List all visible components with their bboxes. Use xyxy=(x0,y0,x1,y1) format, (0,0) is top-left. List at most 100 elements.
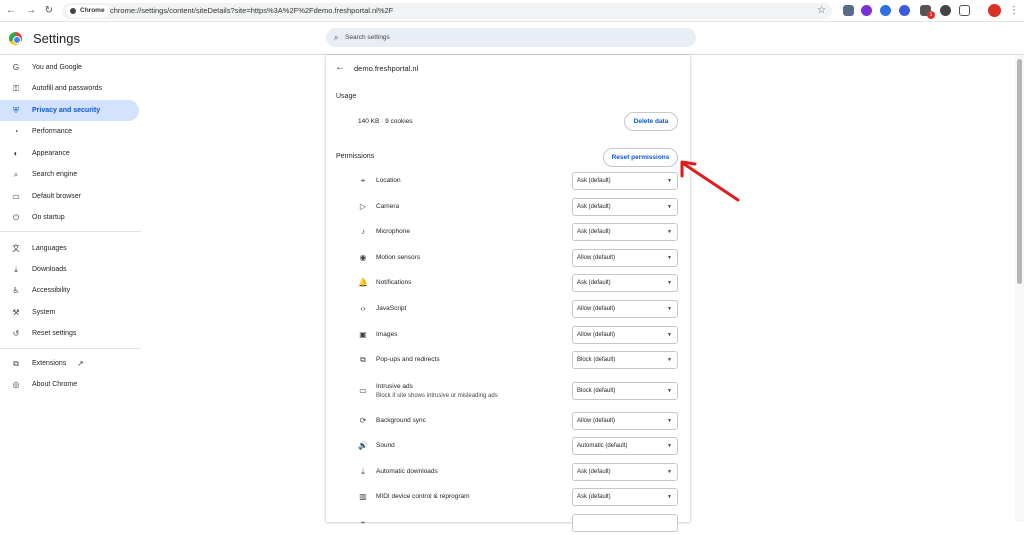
dropdown-caret-icon: ▼ xyxy=(667,388,672,394)
permission-select[interactable]: Ask (default) ▼ xyxy=(572,223,678,241)
forward-arrow-icon[interactable]: → xyxy=(24,4,38,18)
sidebar-item-performance[interactable]: ◔ Performance xyxy=(0,121,139,142)
sidebar-item-languages[interactable]: 文 Languages xyxy=(0,238,139,259)
permission-label: Images xyxy=(376,331,398,338)
permission-select[interactable]: Allow (default) ▼ xyxy=(572,412,678,430)
select-value: Allow (default) xyxy=(577,418,616,424)
speaker-icon: 🔊 xyxy=(358,441,368,450)
permission-label: Background sync xyxy=(376,417,426,424)
popup-icon: ⧉ xyxy=(360,355,366,364)
location-icon: ⌖ xyxy=(360,176,366,185)
extension-icon[interactable] xyxy=(843,5,854,16)
permission-row: ▥ MIDI device control & reprogram Ask (def… xyxy=(326,485,690,509)
address-bar[interactable]: Chrome chrome://settings/content/siteDet… xyxy=(62,3,832,19)
translate-icon: 文 xyxy=(12,244,20,253)
page-scrollbar[interactable] xyxy=(1015,55,1024,522)
permission-select[interactable]: Ask (default) ▼ xyxy=(572,463,678,481)
search-input[interactable]: ⌕ Search settings xyxy=(326,28,696,47)
sidebar-item-downloads[interactable]: ⤓ Downloads xyxy=(0,259,139,280)
sidebar-item-system[interactable]: ⚒ System xyxy=(0,302,139,323)
motion-sensor-icon: ◉ xyxy=(359,253,367,262)
site-name: demo.freshportal.nl xyxy=(354,64,419,73)
phone-extension-icon[interactable] xyxy=(880,5,891,16)
delete-data-button[interactable]: Delete data xyxy=(624,112,678,131)
sidebar-item-label: Performance xyxy=(32,128,73,135)
permission-select[interactable]: Automatic (default) ▼ xyxy=(572,437,678,455)
ad-icon: ▭ xyxy=(359,386,367,395)
dropdown-caret-icon: ▼ xyxy=(667,494,672,500)
permission-select[interactable]: Block (default) ▼ xyxy=(572,351,678,369)
permission-select[interactable]: Allow (default) ▼ xyxy=(572,326,678,344)
profile-avatar[interactable] xyxy=(988,4,1001,17)
select-value: Automatic (default) xyxy=(577,443,628,449)
sidebar-item-appearance[interactable]: ◐ Appearance xyxy=(0,143,139,164)
sidebar-divider xyxy=(0,231,141,232)
select-value: Ask (default) xyxy=(577,178,611,184)
dropdown-caret-icon: ▼ xyxy=(667,418,672,424)
extension-icon[interactable] xyxy=(899,5,910,16)
key-icon: ⚿ xyxy=(12,84,20,93)
permission-label: Microphone xyxy=(376,228,410,235)
permission-select[interactable]: Allow (default) ▼ xyxy=(572,300,678,318)
sidebar-item-search-engine[interactable]: ⌕ Search engine xyxy=(0,164,139,185)
sync-icon: ⟳ xyxy=(359,416,367,425)
sidebar-item-privacy[interactable]: ⛨ Privacy and security xyxy=(0,100,139,121)
extensions-puzzle-icon[interactable] xyxy=(959,5,970,16)
sidebar-item-extensions[interactable]: ⧉ Extensions ↗ xyxy=(0,353,139,374)
back-arrow-icon[interactable]: ← xyxy=(4,4,18,18)
permission-select[interactable] xyxy=(572,514,678,532)
permission-select[interactable]: Ask (default) ▼ xyxy=(572,274,678,292)
permission-label: Notifications xyxy=(376,279,412,286)
wrench-icon: ⚒ xyxy=(12,308,20,317)
permission-select[interactable]: Ask (default) ▼ xyxy=(572,172,678,190)
palette-icon: ◐ xyxy=(13,149,19,158)
select-value: Allow (default) xyxy=(577,332,616,338)
select-value: Allow (default) xyxy=(577,306,616,312)
sidebar-item-autofill[interactable]: ⚿ Autofill and passwords xyxy=(0,78,139,99)
sidebar-item-about-chrome[interactable]: ◎ About Chrome xyxy=(0,374,139,395)
permission-select[interactable]: Block (default) ▼ xyxy=(572,382,678,400)
sidebar-item-reset-settings[interactable]: ↺ Reset settings xyxy=(0,323,139,344)
permission-label: Camera xyxy=(376,203,400,210)
sidebar-item-accessibility[interactable]: ♿ Accessibility xyxy=(0,280,139,301)
permission-select[interactable]: Ask (default) ▼ xyxy=(572,488,678,506)
back-arrow-icon[interactable]: ← xyxy=(335,62,345,74)
sidebar-item-label: Languages xyxy=(32,245,67,252)
gauge-icon: ◔ xyxy=(13,127,19,136)
sidebar-item-default-browser[interactable]: ▭ Default browser xyxy=(0,186,139,207)
permission-label: Sound xyxy=(376,442,395,449)
extension-badge: 1 xyxy=(927,11,935,19)
extension-icon[interactable] xyxy=(861,5,872,16)
extension-icon[interactable] xyxy=(940,5,951,16)
page-title: Settings xyxy=(33,31,80,46)
sidebar-item-label: Privacy and security xyxy=(32,107,101,114)
sidebar-item-on-startup[interactable]: ⏻ On startup xyxy=(0,207,139,228)
chrome-chip: Chrome xyxy=(66,5,110,17)
settings-header: Settings ⌕ Search settings xyxy=(0,22,1024,55)
permission-select[interactable]: Allow (default) ▼ xyxy=(572,249,678,267)
usage-heading: Usage xyxy=(336,93,357,100)
reset-permissions-button[interactable]: Reset permissions xyxy=(603,148,678,167)
search-icon: ⌕ xyxy=(13,170,19,179)
sidebar-item-you-and-google[interactable]: G You and Google xyxy=(0,57,139,78)
address-url[interactable]: chrome://settings/content/siteDetails?si… xyxy=(110,3,393,19)
permission-row: ⟳ Background sync Allow (default) ▼ xyxy=(326,409,690,433)
permission-row: 🔊 Sound Automatic (default) ▼ xyxy=(326,434,690,458)
permission-select[interactable]: Ask (default) ▼ xyxy=(572,198,678,216)
select-value: Allow (default) xyxy=(577,255,616,261)
external-link-icon: ↗ xyxy=(77,359,84,368)
bookmark-star-icon[interactable]: ☆ xyxy=(817,3,826,19)
permission-label: Pop-ups and redirects xyxy=(376,356,440,363)
permission-row: ‹› JavaScript Allow (default) ▼ xyxy=(326,297,690,321)
select-value: Ask (default) xyxy=(577,229,611,235)
sidebar-item-label: Extensions xyxy=(32,360,67,367)
scrollbar-thumb[interactable] xyxy=(1017,59,1022,284)
reload-icon[interactable]: ↻ xyxy=(42,4,56,18)
dropdown-caret-icon: ▼ xyxy=(667,332,672,338)
microphone-icon: ♪ xyxy=(361,227,365,236)
search-placeholder: Search settings xyxy=(345,34,390,41)
sidebar-item-label: Appearance xyxy=(32,150,70,157)
settings-sidebar: G You and Google ⚿ Autofill and passwords … xyxy=(0,56,145,522)
menu-kebab-icon[interactable]: ⋮ xyxy=(1007,4,1021,18)
puzzle-icon: ⧉ xyxy=(13,359,19,368)
